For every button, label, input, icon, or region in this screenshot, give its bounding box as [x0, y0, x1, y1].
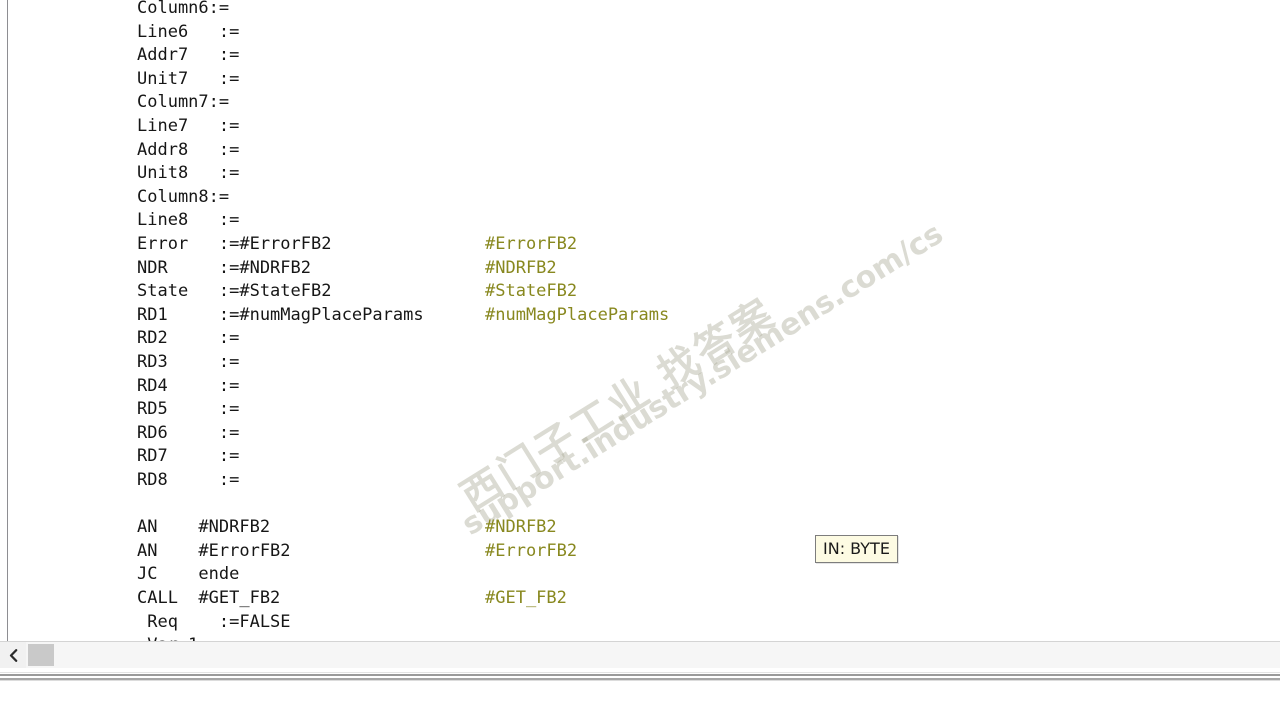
code-symbol-comment: #GET_FB2 — [485, 588, 567, 608]
code-statement-text: Addr8 := — [137, 139, 240, 160]
code-statement-text: RD4 := — [137, 375, 240, 396]
code-statement-text: Line6 := — [137, 21, 240, 42]
code-statement-text: NDR :=#NDRFB2 — [137, 257, 311, 278]
code-symbol-comment: #NDRFB2 — [485, 517, 557, 538]
chevron-left-icon — [8, 648, 19, 662]
scrollbar-track[interactable] — [26, 642, 1280, 668]
code-statement-text: Unit7 := — [137, 68, 240, 89]
code-statement-text: Unit8 := — [137, 163, 240, 184]
code-statement-text: RD2 := — [137, 328, 240, 349]
code-symbol-comment: #numMagPlaceParams — [485, 304, 670, 325]
code-statement-text: AN #ErrorFB2 — [137, 540, 291, 561]
code-statement-text: Error :=#ErrorFB2 — [137, 234, 332, 254]
code-statement-text: Req :=FALSE — [137, 611, 291, 632]
code-statement-text: Var_1 := — [137, 633, 239, 641]
code-statement-text: Column8:= — [137, 186, 230, 207]
code-statement-text: AN #NDRFB2 — [137, 517, 271, 538]
chrome-divider-1 — [0, 672, 1280, 673]
code-statement-text: RD5 := — [137, 399, 240, 420]
code-statement-text: RD3 := — [137, 352, 240, 372]
chrome-divider-5 — [0, 680, 1280, 681]
code-statement-text: Column7:= — [137, 92, 230, 113]
code-statement-text: RD6 := — [137, 422, 240, 443]
code-symbol-comment: #NDRFB2 — [485, 257, 557, 278]
code-editor-pane[interactable]: 西门子工业 找答案 support.industry.siemens.com/c… — [0, 0, 1280, 641]
code-lines-container[interactable]: Column6:= Line6 := Addr7 := Unit7 := Column7… — [0, 0, 1280, 641]
stl-code-editor-window: 西门子工业 找答案 support.industry.siemens.com/c… — [0, 0, 1280, 703]
horizontal-scrollbar[interactable] — [0, 641, 1280, 669]
code-symbol-comment: #StateFB2 — [485, 281, 578, 302]
window-bottom-chrome — [0, 668, 1280, 703]
code-statement-text: JC ende — [137, 564, 240, 585]
code-statement-text: Column6:= — [137, 0, 230, 18]
code-statement-text: CALL #GET_FB2 — [137, 588, 281, 608]
scrollbar-thumb[interactable] — [28, 644, 54, 666]
scroll-left-button[interactable] — [0, 642, 26, 668]
code-statement-text: Addr7 := — [137, 45, 240, 66]
code-statement-text: RD8 := — [137, 470, 240, 490]
code-statement-text: RD1 :=#numMagPlaceParams — [137, 304, 424, 325]
code-statement-text: RD7 := — [137, 446, 240, 467]
parameter-type-tooltip: IN: BYTE — [815, 535, 898, 563]
code-symbol-comment: #ErrorFB2 — [485, 540, 578, 561]
code-statement-text: Line7 := — [137, 116, 240, 136]
code-symbol-comment: #ErrorFB2 — [485, 234, 578, 254]
code-statement-text: Line8 := — [137, 210, 240, 231]
code-statement-text: State :=#StateFB2 — [137, 281, 332, 302]
